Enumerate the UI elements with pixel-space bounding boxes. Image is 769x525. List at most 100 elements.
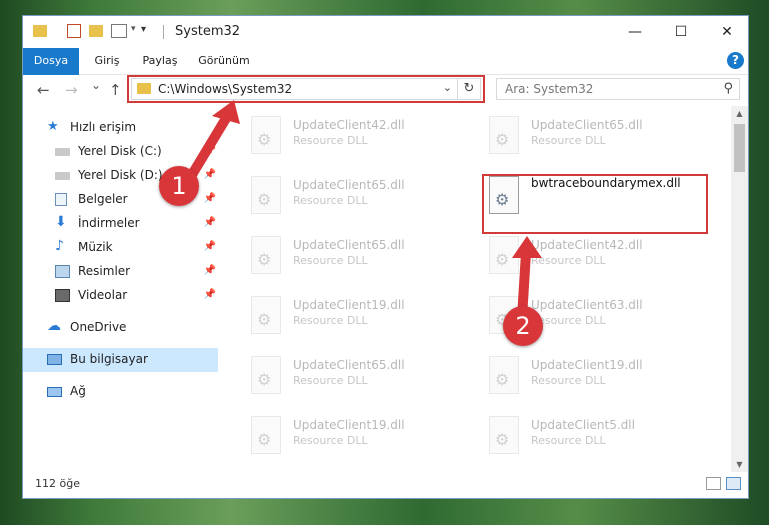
dll-file-icon: ⚙ [251, 116, 281, 154]
star-icon: ★ [47, 119, 59, 134]
dll-file-icon: ⚙ [489, 236, 519, 274]
title-separator [163, 25, 164, 39]
file-type: Resource DLL [531, 374, 606, 387]
file-item[interactable]: ⚙ UpdateClient42.dll Resource DLL [461, 230, 691, 282]
title-bar: ▾ ▾ System32 — ☐ ✕ [23, 16, 748, 48]
file-item[interactable]: ⚙ UpdateClient65.dll Resource DLL [223, 230, 453, 282]
sidebar-item-quick-access[interactable]: ★ Hızlı erişim [23, 116, 218, 140]
scroll-up-icon[interactable]: ▲ [731, 106, 748, 122]
sidebar-item-label: Hızlı erişim [70, 120, 137, 134]
sidebar-item-label: Müzik [78, 240, 113, 254]
recent-locations-button[interactable]: ⌄ [91, 78, 101, 92]
sidebar-item-label: Ağ [70, 384, 86, 398]
qat-dropdown-icon[interactable]: ▾ [141, 24, 146, 35]
file-type: Resource DLL [531, 134, 606, 147]
file-name: UpdateClient65.dll [531, 118, 643, 132]
sidebar-item-network[interactable]: Ağ [23, 380, 218, 404]
details-view-icon[interactable] [706, 477, 721, 490]
pin-icon[interactable]: 📌 [204, 145, 216, 156]
file-type: Resource DLL [531, 434, 606, 447]
file-name: UpdateClient19.dll [531, 358, 643, 372]
new-folder-icon[interactable] [89, 25, 103, 37]
tab-view[interactable]: Görünüm [193, 48, 255, 74]
pin-icon[interactable]: 📌 [204, 169, 216, 180]
sidebar-item-label: Yerel Disk (D:) [78, 168, 163, 182]
sidebar-item-label: İndirmeler [78, 216, 140, 230]
up-button[interactable]: ↑ [109, 81, 122, 99]
tab-share[interactable]: Paylaş [135, 48, 185, 74]
drive-icon [55, 172, 70, 180]
sidebar-item-music[interactable]: ♪ Müzik 📌 [23, 236, 218, 260]
sidebar-item-local-disk-c[interactable]: Yerel Disk (C:) 📌 [23, 140, 218, 164]
file-type: Resource DLL [293, 194, 368, 207]
vertical-scrollbar[interactable]: ▲ ▼ [731, 106, 748, 473]
sidebar-item-videos[interactable]: Videolar 📌 [23, 284, 218, 308]
sidebar-item-label: Resimler [78, 264, 131, 278]
close-button[interactable]: ✕ [704, 16, 748, 48]
help-button[interactable]: ? [727, 52, 744, 69]
step-badge-2: 2 [503, 306, 543, 346]
dll-file-icon: ⚙ [489, 356, 519, 394]
ribbon-tabs: Dosya Giriş Paylaş Görünüm ? [23, 48, 748, 100]
sidebar-item-pictures[interactable]: Resimler 📌 [23, 260, 218, 284]
network-icon [47, 387, 62, 397]
file-item[interactable]: ⚙ UpdateClient19.dll Resource DLL [223, 410, 453, 462]
maximize-button[interactable]: ☐ [658, 16, 704, 48]
file-item[interactable]: ⚙ UpdateClient65.dll Resource DLL [223, 350, 453, 402]
file-item[interactable]: ⚙ UpdateClient19.dll Resource DLL [223, 290, 453, 342]
scroll-down-icon[interactable]: ▼ [731, 457, 748, 473]
file-item[interactable]: ⚙ UpdateClient19.dll Resource DLL [461, 350, 691, 402]
sidebar-item-label: Belgeler [78, 192, 128, 206]
drive-icon [55, 148, 70, 156]
explorer-window: ▾ ▾ System32 — ☐ ✕ Dosya Giriş Paylaş Gö… [22, 15, 749, 499]
file-type: Resource DLL [293, 254, 368, 267]
pin-icon[interactable]: 📌 [204, 217, 216, 228]
file-item[interactable]: ⚙ UpdateClient65.dll Resource DLL [223, 170, 453, 222]
documents-icon [55, 193, 67, 206]
tab-home[interactable]: Giriş [85, 48, 129, 74]
properties-icon[interactable] [67, 24, 81, 38]
file-item[interactable]: ⚙ UpdateClient63.dll Resource DLL [461, 290, 691, 342]
dll-file-icon: ⚙ [251, 236, 281, 274]
dll-file-icon: ⚙ [251, 356, 281, 394]
file-item[interactable]: ⚙ UpdateClient42.dll Resource DLL [223, 110, 453, 162]
computer-icon [47, 354, 62, 365]
file-item[interactable]: ⚙ UpdateClient65.dll Resource DLL [461, 110, 691, 162]
search-input[interactable]: Ara: System32 [505, 82, 593, 96]
item-count: 112 öğe [35, 477, 80, 490]
file-name: UpdateClient42.dll [293, 118, 405, 132]
pin-icon[interactable]: 📌 [204, 241, 216, 252]
pin-icon[interactable]: 📌 [204, 289, 216, 300]
forward-button[interactable]: → [65, 81, 78, 99]
customize-icon[interactable] [111, 24, 127, 38]
search-icon[interactable]: ⚲ [723, 81, 733, 96]
download-icon: ⬇ [55, 214, 67, 230]
minimize-button[interactable]: — [612, 16, 658, 48]
sidebar-item-label: Yerel Disk (C:) [78, 144, 162, 158]
videos-icon [55, 289, 70, 302]
file-type: Resource DLL [293, 434, 368, 447]
status-bar: 112 öğe [23, 472, 748, 498]
large-icons-view-icon[interactable] [726, 477, 741, 490]
chevron-down-icon[interactable]: ▾ [131, 24, 136, 34]
back-button[interactable]: ← [37, 81, 50, 99]
dll-file-icon: ⚙ [251, 296, 281, 334]
sidebar-item-label: Bu bilgisayar [70, 352, 148, 366]
navigation-bar: ← → ⌄ ↑ C:\Windows\System32 ⌄ ↻ Ara: Sys… [23, 75, 748, 105]
pin-icon[interactable]: 📌 [204, 193, 216, 204]
scroll-thumb[interactable] [734, 124, 745, 172]
file-name: UpdateClient5.dll [531, 418, 635, 432]
search-box[interactable]: Ara: System32 ⚲ [496, 78, 740, 100]
navigation-pane: ★ Hızlı erişim Yerel Disk (C:) 📌 Yerel D… [23, 106, 218, 466]
dll-file-icon: ⚙ [251, 176, 281, 214]
sidebar-item-downloads[interactable]: ⬇ İndirmeler 📌 [23, 212, 218, 236]
sidebar-item-onedrive[interactable]: ☁ OneDrive [23, 316, 218, 340]
sidebar-item-this-pc[interactable]: Bu bilgisayar [23, 348, 218, 372]
file-name: UpdateClient65.dll [293, 238, 405, 252]
file-list: ⚙ UpdateClient42.dll Resource DLL ⚙ Upda… [223, 106, 735, 466]
file-type: Resource DLL [293, 374, 368, 387]
dll-file-icon: ⚙ [489, 416, 519, 454]
file-name: UpdateClient19.dll [293, 418, 405, 432]
file-item[interactable]: ⚙ UpdateClient5.dll Resource DLL [461, 410, 691, 462]
pin-icon[interactable]: 📌 [204, 265, 216, 276]
